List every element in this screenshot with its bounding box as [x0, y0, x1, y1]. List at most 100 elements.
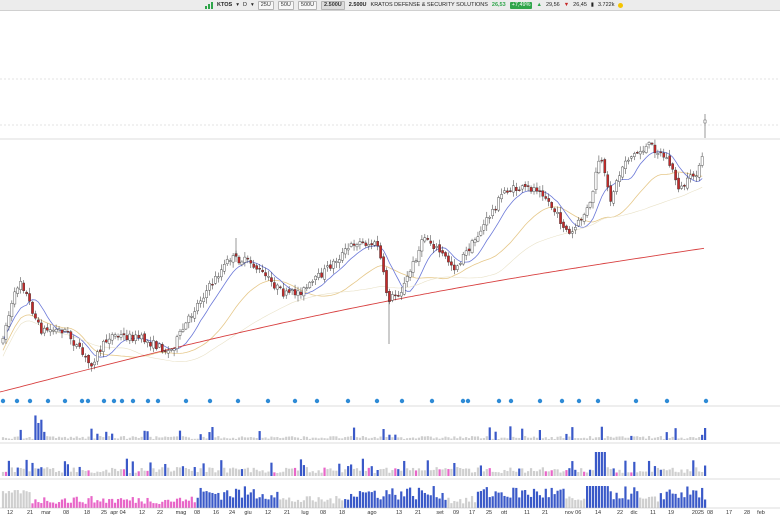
candle-body: [550, 202, 553, 208]
volume-bar: [580, 500, 583, 508]
volume-bar: [81, 470, 84, 476]
volume-bar: [373, 436, 376, 440]
event-marker: [111, 398, 117, 404]
volume-bar: [586, 486, 589, 508]
volume-bar: [111, 467, 114, 476]
candle-body: [671, 163, 674, 170]
candle-body: [101, 341, 105, 352]
volume-bar: [143, 470, 146, 476]
candle-body: [485, 217, 489, 226]
volume-bar: [385, 490, 388, 508]
candle-body: [494, 208, 497, 211]
candlesticks[interactable]: [1, 114, 707, 372]
x-tick-label: 08: [63, 510, 69, 516]
volume-bar: [385, 436, 388, 440]
volume-bar: [586, 472, 589, 476]
price-chart[interactable]: 12 21 mar 08 18 25 apr 04 12 22 mag 08 16 24 giu 12 21 l…: [0, 0, 780, 516]
volume-bar: [645, 471, 648, 476]
volume-bar: [87, 498, 90, 508]
volume-bar: [465, 468, 468, 476]
candle-body: [178, 331, 182, 336]
volume-bar: [574, 500, 577, 508]
volume-bar: [143, 503, 146, 508]
volume-bar: [276, 472, 279, 476]
x-tick-label: giu: [244, 510, 251, 516]
volume-bar: [388, 494, 391, 508]
candle-body: [163, 350, 167, 352]
volume-bar: [535, 437, 539, 440]
volume-bar: [84, 503, 87, 508]
volume-bar: [364, 437, 367, 440]
volume-bar: [677, 497, 680, 508]
volume-bar: [509, 467, 512, 476]
volume-bar: [450, 503, 453, 508]
volume-bar: [583, 471, 586, 476]
volume-bar: [473, 472, 477, 476]
candle-body: [119, 334, 123, 338]
volume-bar: [355, 437, 359, 440]
candle-body: [553, 208, 556, 213]
volume-bar: [52, 436, 55, 440]
volume-bar: [164, 463, 167, 476]
volume-bar: [252, 489, 255, 508]
candle-body: [680, 185, 683, 189]
volume-bar: [55, 472, 58, 476]
volume-bar: [296, 437, 300, 440]
volume-bar: [379, 469, 382, 476]
event-markers[interactable]: [0, 398, 709, 404]
event-marker: [183, 398, 189, 404]
volume-bar: [556, 436, 559, 440]
volume-bar: [302, 500, 305, 508]
volume-bar: [105, 502, 108, 508]
candle-body: [647, 142, 651, 145]
candle-body: [438, 244, 441, 253]
volume-bar: [240, 497, 244, 508]
candle-body: [388, 291, 391, 302]
volume-bar: [226, 472, 229, 476]
volume-bar: [535, 491, 539, 508]
volume-bar: [656, 467, 659, 476]
candle-body: [305, 287, 309, 289]
candle-body: [479, 230, 483, 236]
volume-bar: [668, 438, 671, 440]
candle-body: [373, 241, 377, 246]
volume-bar: [22, 438, 25, 440]
indicator-panels: [0, 405, 780, 508]
volume-bar: [491, 496, 494, 508]
candle-body: [376, 240, 379, 247]
volume-bar: [46, 467, 49, 476]
candle-body: [340, 252, 344, 261]
volume-bar: [193, 438, 196, 440]
volume-bar: [529, 468, 533, 476]
event-marker: [664, 398, 670, 404]
volume-bar: [627, 499, 630, 508]
volume-bar: [217, 436, 220, 440]
candle-body: [458, 263, 462, 265]
volume-bar: [87, 436, 90, 440]
volume-bar: [594, 486, 598, 508]
volume-bar: [382, 429, 385, 440]
volume-bar: [7, 460, 10, 476]
candle-body: [181, 329, 185, 332]
volume-bar: [60, 437, 64, 440]
volume-bar: [527, 471, 530, 476]
volume-bar: [591, 438, 595, 440]
volume-bar: [40, 503, 43, 508]
candle-body: [222, 264, 226, 272]
volume-bar: [344, 499, 347, 508]
volume-bar: [243, 437, 246, 440]
volume-bar: [400, 491, 403, 508]
event-marker: [0, 398, 6, 404]
volume-bar: [57, 470, 61, 476]
volume-bar: [662, 499, 665, 508]
volume-bar: [229, 468, 232, 476]
volume-bar: [665, 432, 668, 440]
volume-bar: [692, 490, 695, 508]
volume-bar: [653, 466, 657, 476]
candle-body: [211, 283, 214, 286]
volume-bar: [155, 436, 158, 440]
volume-bar: [391, 437, 394, 440]
candle-body: [240, 261, 244, 265]
candle-body: [270, 277, 273, 282]
candle-body: [57, 328, 61, 331]
